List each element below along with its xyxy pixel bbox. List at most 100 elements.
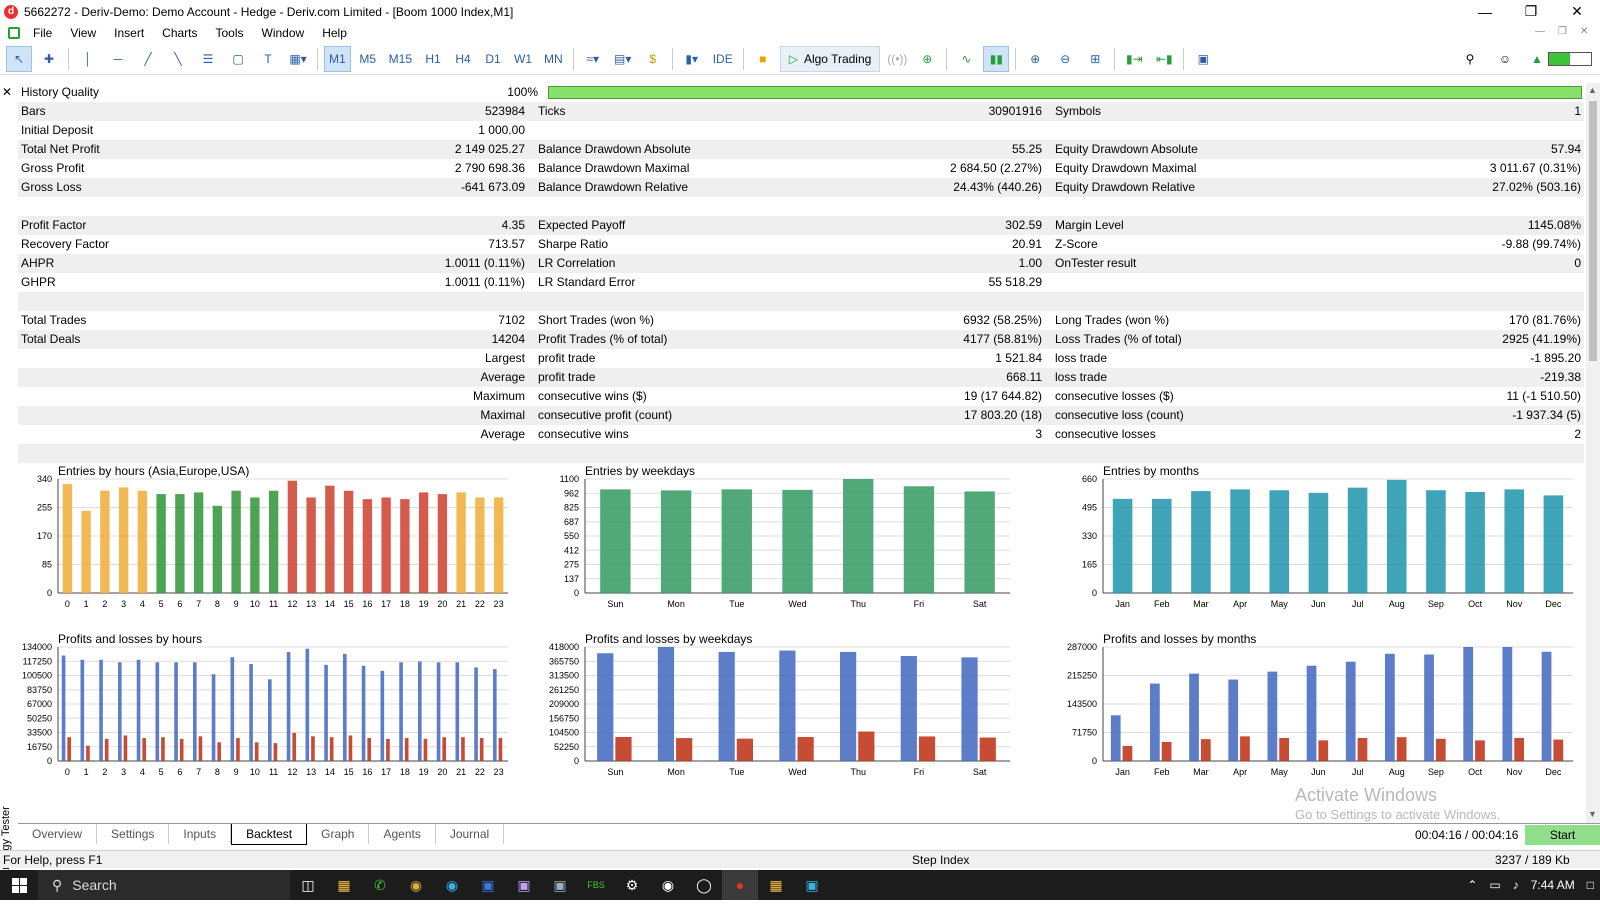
metaeditor-icon[interactable]: ▦: [758, 870, 794, 900]
timeframe-d1[interactable]: D1: [480, 46, 506, 72]
signal-icon[interactable]: ((•)): [884, 46, 910, 72]
store-icon[interactable]: ▣: [470, 870, 506, 900]
objects-icon[interactable]: ▦▾: [285, 46, 311, 72]
channel-icon[interactable]: ╲: [165, 46, 191, 72]
fibonacci-icon[interactable]: ☰: [195, 46, 221, 72]
menu-window[interactable]: Window: [253, 26, 314, 40]
profit-bar: [900, 656, 917, 761]
deriv-taskbar-icon[interactable]: ●: [722, 870, 758, 900]
bar-chart-icon[interactable]: ▮▮: [983, 45, 1010, 72]
lock-icon[interactable]: ■: [750, 46, 776, 72]
trend-line-icon[interactable]: ╱: [135, 46, 161, 72]
x-tick-label: Aug: [1389, 599, 1405, 609]
timeframe-mn[interactable]: MN: [540, 46, 567, 72]
loss-bar: [1161, 741, 1172, 761]
stat-label: profit trade: [538, 351, 596, 365]
network-icon[interactable]: ▭: [1489, 878, 1500, 892]
add-signal-icon[interactable]: ⊕: [914, 46, 940, 72]
volume-icon[interactable]: ♪: [1513, 878, 1519, 892]
ide-button[interactable]: IDE: [709, 46, 737, 72]
x-tick-label: Nov: [1506, 767, 1523, 777]
cursor-icon[interactable]: ↖: [6, 45, 32, 72]
tab-inputs[interactable]: Inputs: [169, 824, 232, 844]
stat-value: 30901916: [988, 104, 1042, 118]
timeframe-m15[interactable]: M15: [385, 46, 416, 72]
edge-icon[interactable]: ◉: [434, 870, 470, 900]
child-minimize-icon[interactable]: —: [1535, 26, 1545, 37]
tile-windows-icon[interactable]: ⊞: [1082, 46, 1108, 72]
timeframe-m5[interactable]: M5: [355, 46, 381, 72]
profit-bar: [436, 662, 441, 761]
taskbar-search[interactable]: ⚲ Search: [38, 870, 290, 900]
indicators-icon[interactable]: ≈▾: [580, 46, 606, 72]
line-chart-icon[interactable]: ∿: [953, 46, 979, 72]
menu-help[interactable]: Help: [313, 26, 356, 40]
chrome-icon[interactable]: ◉: [398, 870, 434, 900]
fbs-app-icon[interactable]: FBS: [578, 870, 614, 900]
tab-overview[interactable]: Overview: [18, 824, 98, 844]
account-icon[interactable]: ☺: [1492, 46, 1518, 72]
screenshot-icon[interactable]: ▣: [1190, 46, 1216, 72]
scroll-up-icon[interactable]: ▲: [1588, 85, 1597, 95]
start-button[interactable]: Start: [1525, 825, 1600, 845]
entries-bar: [1269, 490, 1290, 593]
menu-tools[interactable]: Tools: [207, 26, 253, 40]
child-close-icon[interactable]: ✕: [1580, 26, 1588, 37]
app-icon[interactable]: ◉: [650, 870, 686, 900]
vertical-line-icon[interactable]: │: [75, 46, 101, 72]
menu-view[interactable]: View: [61, 26, 105, 40]
photos-icon[interactable]: ▣: [542, 870, 578, 900]
close-panel-icon[interactable]: ✕: [2, 85, 12, 99]
timeframe-w1[interactable]: W1: [510, 46, 536, 72]
clock-time[interactable]: 7:44 AM: [1531, 878, 1575, 892]
tab-backtest[interactable]: Backtest: [231, 824, 308, 845]
show-hidden-icon[interactable]: ⌃: [1467, 878, 1477, 892]
x-tick-label: Jan: [1115, 599, 1130, 609]
chart-type-icon[interactable]: ▮▾: [679, 46, 705, 72]
y-tick-label: 962: [564, 488, 579, 498]
tab-settings[interactable]: Settings: [97, 824, 170, 844]
search-icon[interactable]: ⚲: [1457, 46, 1483, 72]
restore-icon[interactable]: ❐: [1508, 0, 1554, 23]
close-icon[interactable]: ✕: [1554, 0, 1600, 23]
child-restore-icon[interactable]: ❐: [1558, 26, 1567, 37]
shapes-icon[interactable]: ▢: [225, 46, 251, 72]
task-view-icon[interactable]: ◫: [290, 870, 326, 900]
zoom-out-icon[interactable]: ⊖: [1052, 46, 1078, 72]
templates-icon[interactable]: ▤▾: [610, 46, 636, 72]
zoom-in-icon[interactable]: ⊕: [1022, 46, 1048, 72]
x-tick-label: 3: [121, 599, 126, 609]
text-icon[interactable]: T: [255, 46, 281, 72]
dollar-icon[interactable]: $: [640, 46, 666, 72]
scroll-down-icon[interactable]: ▼: [1588, 809, 1597, 819]
notifications-icon[interactable]: □: [1587, 878, 1594, 892]
crosshair-icon[interactable]: ✚: [36, 46, 62, 72]
app-icon[interactable]: ◯: [686, 870, 722, 900]
profit-bar: [343, 653, 347, 761]
windows-start-icon[interactable]: [0, 870, 38, 900]
entries-bar: [156, 494, 166, 593]
file-explorer-icon[interactable]: ▦: [326, 870, 362, 900]
vertical-scrollbar[interactable]: ▲ ▼: [1586, 83, 1600, 823]
timeframe-h1[interactable]: H1: [420, 46, 446, 72]
tab-graph[interactable]: Graph: [307, 824, 370, 844]
minimize-icon[interactable]: —: [1462, 0, 1508, 23]
algo-trading-button[interactable]: ▷ Algo Trading: [779, 45, 881, 72]
settings-icon[interactable]: ⚙: [614, 870, 650, 900]
chart-shift-icon[interactable]: ⇤▮: [1151, 46, 1177, 72]
menu-file[interactable]: File: [24, 26, 61, 40]
tab-agents[interactable]: Agents: [369, 824, 436, 844]
scrollbar-thumb[interactable]: [1589, 101, 1597, 361]
stat-label: Margin Level: [1055, 218, 1124, 232]
autoscroll-icon[interactable]: ▮⇥: [1121, 46, 1147, 72]
timeframe-m1[interactable]: M1: [324, 45, 351, 72]
whatsapp-icon[interactable]: ✆: [362, 870, 398, 900]
loss-bar: [1475, 740, 1485, 761]
menu-insert[interactable]: Insert: [105, 26, 153, 40]
app-icon[interactable]: ▣: [794, 870, 830, 900]
teams-icon[interactable]: ▣: [506, 870, 542, 900]
tab-journal[interactable]: Journal: [436, 824, 505, 844]
timeframe-h4[interactable]: H4: [450, 46, 476, 72]
menu-charts[interactable]: Charts: [153, 26, 206, 40]
horizontal-line-icon[interactable]: ─: [105, 46, 131, 72]
